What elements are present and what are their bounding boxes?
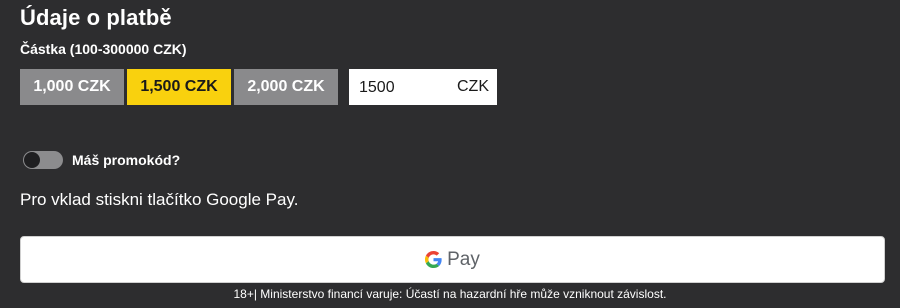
promo-toggle[interactable] [23,151,63,169]
google-pay-button[interactable]: Pay [20,236,885,283]
toggle-knob [24,152,40,168]
promo-label: Máš promokód? [72,152,181,168]
amount-preset-1500-button[interactable]: 1,500 CZK [127,69,231,105]
gambling-warning: 18+| Ministerstvo financí varuje: Účastí… [233,287,667,301]
amount-field: CZK [349,69,497,105]
page-title: Údaje o platbě [20,5,172,30]
instruction-text: Pro vklad stiskni tlačítko Google Pay. [20,190,299,209]
google-pay-content: Pay [425,249,480,271]
amount-preset-2000-button[interactable]: 2,000 CZK [234,69,338,105]
amount-preset-1000-button[interactable]: 1,000 CZK [20,69,124,105]
google-g-icon [425,251,442,268]
amount-label: Částka (100-300000 CZK) [20,41,187,57]
payment-panel: Údaje o platbě Částka (100-300000 CZK) 1… [0,0,900,308]
currency-label: CZK [457,78,489,95]
amount-input[interactable] [359,77,455,99]
promo-row: Máš promokód? [23,151,180,169]
google-pay-label: Pay [447,248,480,270]
